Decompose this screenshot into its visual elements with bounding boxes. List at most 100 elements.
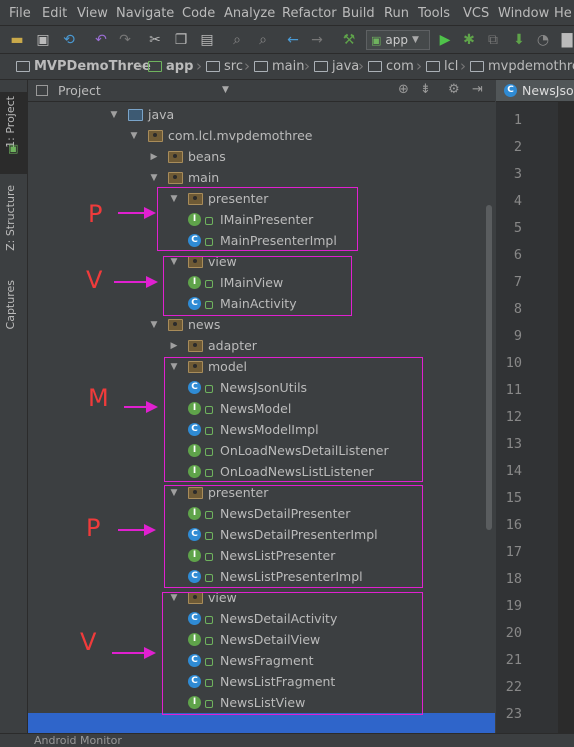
tree-item-newslistpresenterimpl[interactable]: C NewsListPresenterImpl [188,566,363,587]
menu-item-build[interactable]: Build [342,6,375,21]
copy-icon[interactable]: ❐ [172,31,190,49]
menu-item-he[interactable]: He [554,6,572,21]
expanded-arrow-icon[interactable]: ▼ [128,131,140,141]
tree-item-imainpresenter[interactable]: I IMainPresenter [188,209,313,230]
expanded-arrow-icon[interactable]: ▼ [168,593,180,603]
run-config-select[interactable]: ▣ app ▼ [366,30,430,50]
expanded-arrow-icon[interactable]: ▼ [168,488,180,498]
tree-item-main[interactable]: ▼ main [148,167,220,188]
tab-project[interactable]: 1: Project [4,96,17,148]
tab-captures[interactable]: Captures [4,280,17,329]
find-icon[interactable]: ⌕ [228,31,246,49]
hide-panel-icon[interactable]: ⇥ [472,82,483,97]
interface-icon: I [188,549,201,562]
breadcrumb-item-mvpdemothree[interactable]: mvpdemothree [470,59,574,74]
menu-item-edit[interactable]: Edit [42,6,67,21]
main-toolbar: ▬ ▣ ⟲ ↶ ↷ ✂ ❐ ▤ ⌕ ⌕ ← → ⚒ ▣ app ▼ ▶ ✱ ⧉ … [0,26,574,54]
expanded-arrow-icon[interactable]: ▼ [168,362,180,372]
save-icon[interactable]: ▣ [34,31,52,49]
breadcrumb-item-mvpdemothree[interactable]: MVPDemoThree [16,59,151,74]
collapsed-arrow-icon[interactable]: ▶ [168,341,180,351]
project-panel-title[interactable]: Project [58,83,101,98]
menu-item-file[interactable]: File [9,6,31,21]
tree-item-view[interactable]: ▼ view [168,587,237,608]
expanded-arrow-icon[interactable]: ▼ [168,194,180,204]
breadcrumb-item-main[interactable]: main [254,59,304,74]
menu-item-tools[interactable]: Tools [418,6,450,21]
menu-item-window[interactable]: Window [498,6,549,21]
open-folder-icon[interactable]: ▬ [8,31,26,49]
tree-item-java[interactable]: ▼ java [108,104,175,125]
tree-item-newsmodel[interactable]: I NewsModel [188,398,291,419]
menu-item-code[interactable]: Code [182,6,215,21]
breadcrumb-item-java[interactable]: java [314,59,359,74]
apply-changes-icon[interactable]: ⬇ [510,31,528,49]
make-project-icon[interactable]: ⚒ [340,31,358,49]
tree-item-presenter[interactable]: ▼ presenter [168,482,269,503]
collapsed-arrow-icon[interactable]: ▶ [148,152,160,162]
tree-item-mainactivity[interactable]: C MainActivity [188,293,297,314]
tree-item-newslistpresenter[interactable]: I NewsListPresenter [188,545,335,566]
crosshair-icon[interactable]: ⊕ [398,82,409,97]
tree-item-newslistview[interactable]: I NewsListView [188,692,305,713]
debug-icon[interactable]: ✱ [460,31,478,49]
tree-item-label: model [208,359,247,374]
line-number-gutter: 1 2 3 4 5 6 7 8 9 10 11 12 13 14 15 16 17 18 19 20 21 22 23 [496,102,558,746]
undo-icon[interactable]: ↶ [92,31,110,49]
tree-item-model[interactable]: ▼ model [168,356,247,377]
gear-icon[interactable]: ⚙ [448,82,460,97]
tree-item-label: MainPresenterImpl [220,233,337,248]
menu-item-run[interactable]: Run [384,6,409,21]
tree-item-newsfragment[interactable]: C NewsFragment [188,650,313,671]
tree-item-newsmodelimpl[interactable]: C NewsModelImpl [188,419,319,440]
sync-gradle-icon[interactable]: ◔ [534,31,552,49]
menu-item-view[interactable]: View [77,6,108,21]
editor-tab[interactable]: C NewsJson [496,80,574,102]
breadcrumb-item-lcl[interactable]: lcl [426,59,458,74]
selected-row-highlight [28,713,495,733]
menu-item-navigate[interactable]: Navigate [116,6,174,21]
tree-item-adapter[interactable]: ▶ adapter [168,335,257,356]
tree-item-newsjsonutils[interactable]: C NewsJsonUtils [188,377,307,398]
sdk-manager-icon[interactable]: ▇ [558,31,574,49]
menu-item-vcs[interactable]: VCS [463,6,489,21]
tree-item-newsdetailview[interactable]: I NewsDetailView [188,629,320,650]
tree-item-com-lcl-mvpdemothree[interactable]: ▼ com.lcl.mvpdemothree [128,125,313,146]
expanded-arrow-icon[interactable]: ▼ [108,110,120,120]
class-icon: C [504,84,517,97]
expanded-arrow-icon[interactable]: ▼ [148,320,160,330]
paste-icon[interactable]: ▤ [198,31,216,49]
replace-icon[interactable]: ⌕ [254,31,272,49]
forward-icon[interactable]: → [308,31,326,49]
tree-item-newsdetailactivity[interactable]: C NewsDetailActivity [188,608,337,629]
collapse-all-icon[interactable]: ⇟ [420,82,431,97]
cut-icon[interactable]: ✂ [146,31,164,49]
tree-item-imainview[interactable]: I IMainView [188,272,283,293]
tree-item-mainpresenterimpl[interactable]: C MainPresenterImpl [188,230,337,251]
tree-item-newsdetailpresenterimpl[interactable]: C NewsDetailPresenterImpl [188,524,378,545]
menu-item-refactor[interactable]: Refactor [282,6,337,21]
sync-icon[interactable]: ⟲ [60,31,78,49]
run-icon[interactable]: ▶ [436,31,454,49]
android-monitor-tab[interactable]: Android Monitor [34,735,122,747]
expanded-arrow-icon[interactable]: ▼ [148,173,160,183]
tree-item-onloadnewslistlistener[interactable]: I OnLoadNewsListListener [188,461,374,482]
tree-item-newsdetailpresenter[interactable]: I NewsDetailPresenter [188,503,350,524]
tree-item-beans[interactable]: ▶ beans [148,146,226,167]
breadcrumb-item-com[interactable]: com [368,59,414,74]
back-icon[interactable]: ← [284,31,302,49]
tree-item-view[interactable]: ▼ view [168,251,237,272]
breadcrumb-item-src[interactable]: src [206,59,243,74]
tree-item-presenter[interactable]: ▼ presenter [168,188,269,209]
tab-structure[interactable]: Z: Structure [4,185,17,251]
attach-debugger-icon[interactable]: ⧉ [484,31,502,49]
expanded-arrow-icon[interactable]: ▼ [168,257,180,267]
tree-item-onloadnewsdetaillistener[interactable]: I OnLoadNewsDetailListener [188,440,389,461]
project-panel-header: Project ▼ ⊕ ⇟ ⚙ ⇥ [28,80,495,102]
tree-item-newslistfragment[interactable]: C NewsListFragment [188,671,335,692]
redo-icon[interactable]: ↷ [116,31,134,49]
chevron-down-icon[interactable]: ▼ [222,85,229,95]
menu-item-analyze[interactable]: Analyze [224,6,275,21]
breadcrumb-item-app[interactable]: app [148,59,193,74]
tree-item-news[interactable]: ▼ news [148,314,221,335]
